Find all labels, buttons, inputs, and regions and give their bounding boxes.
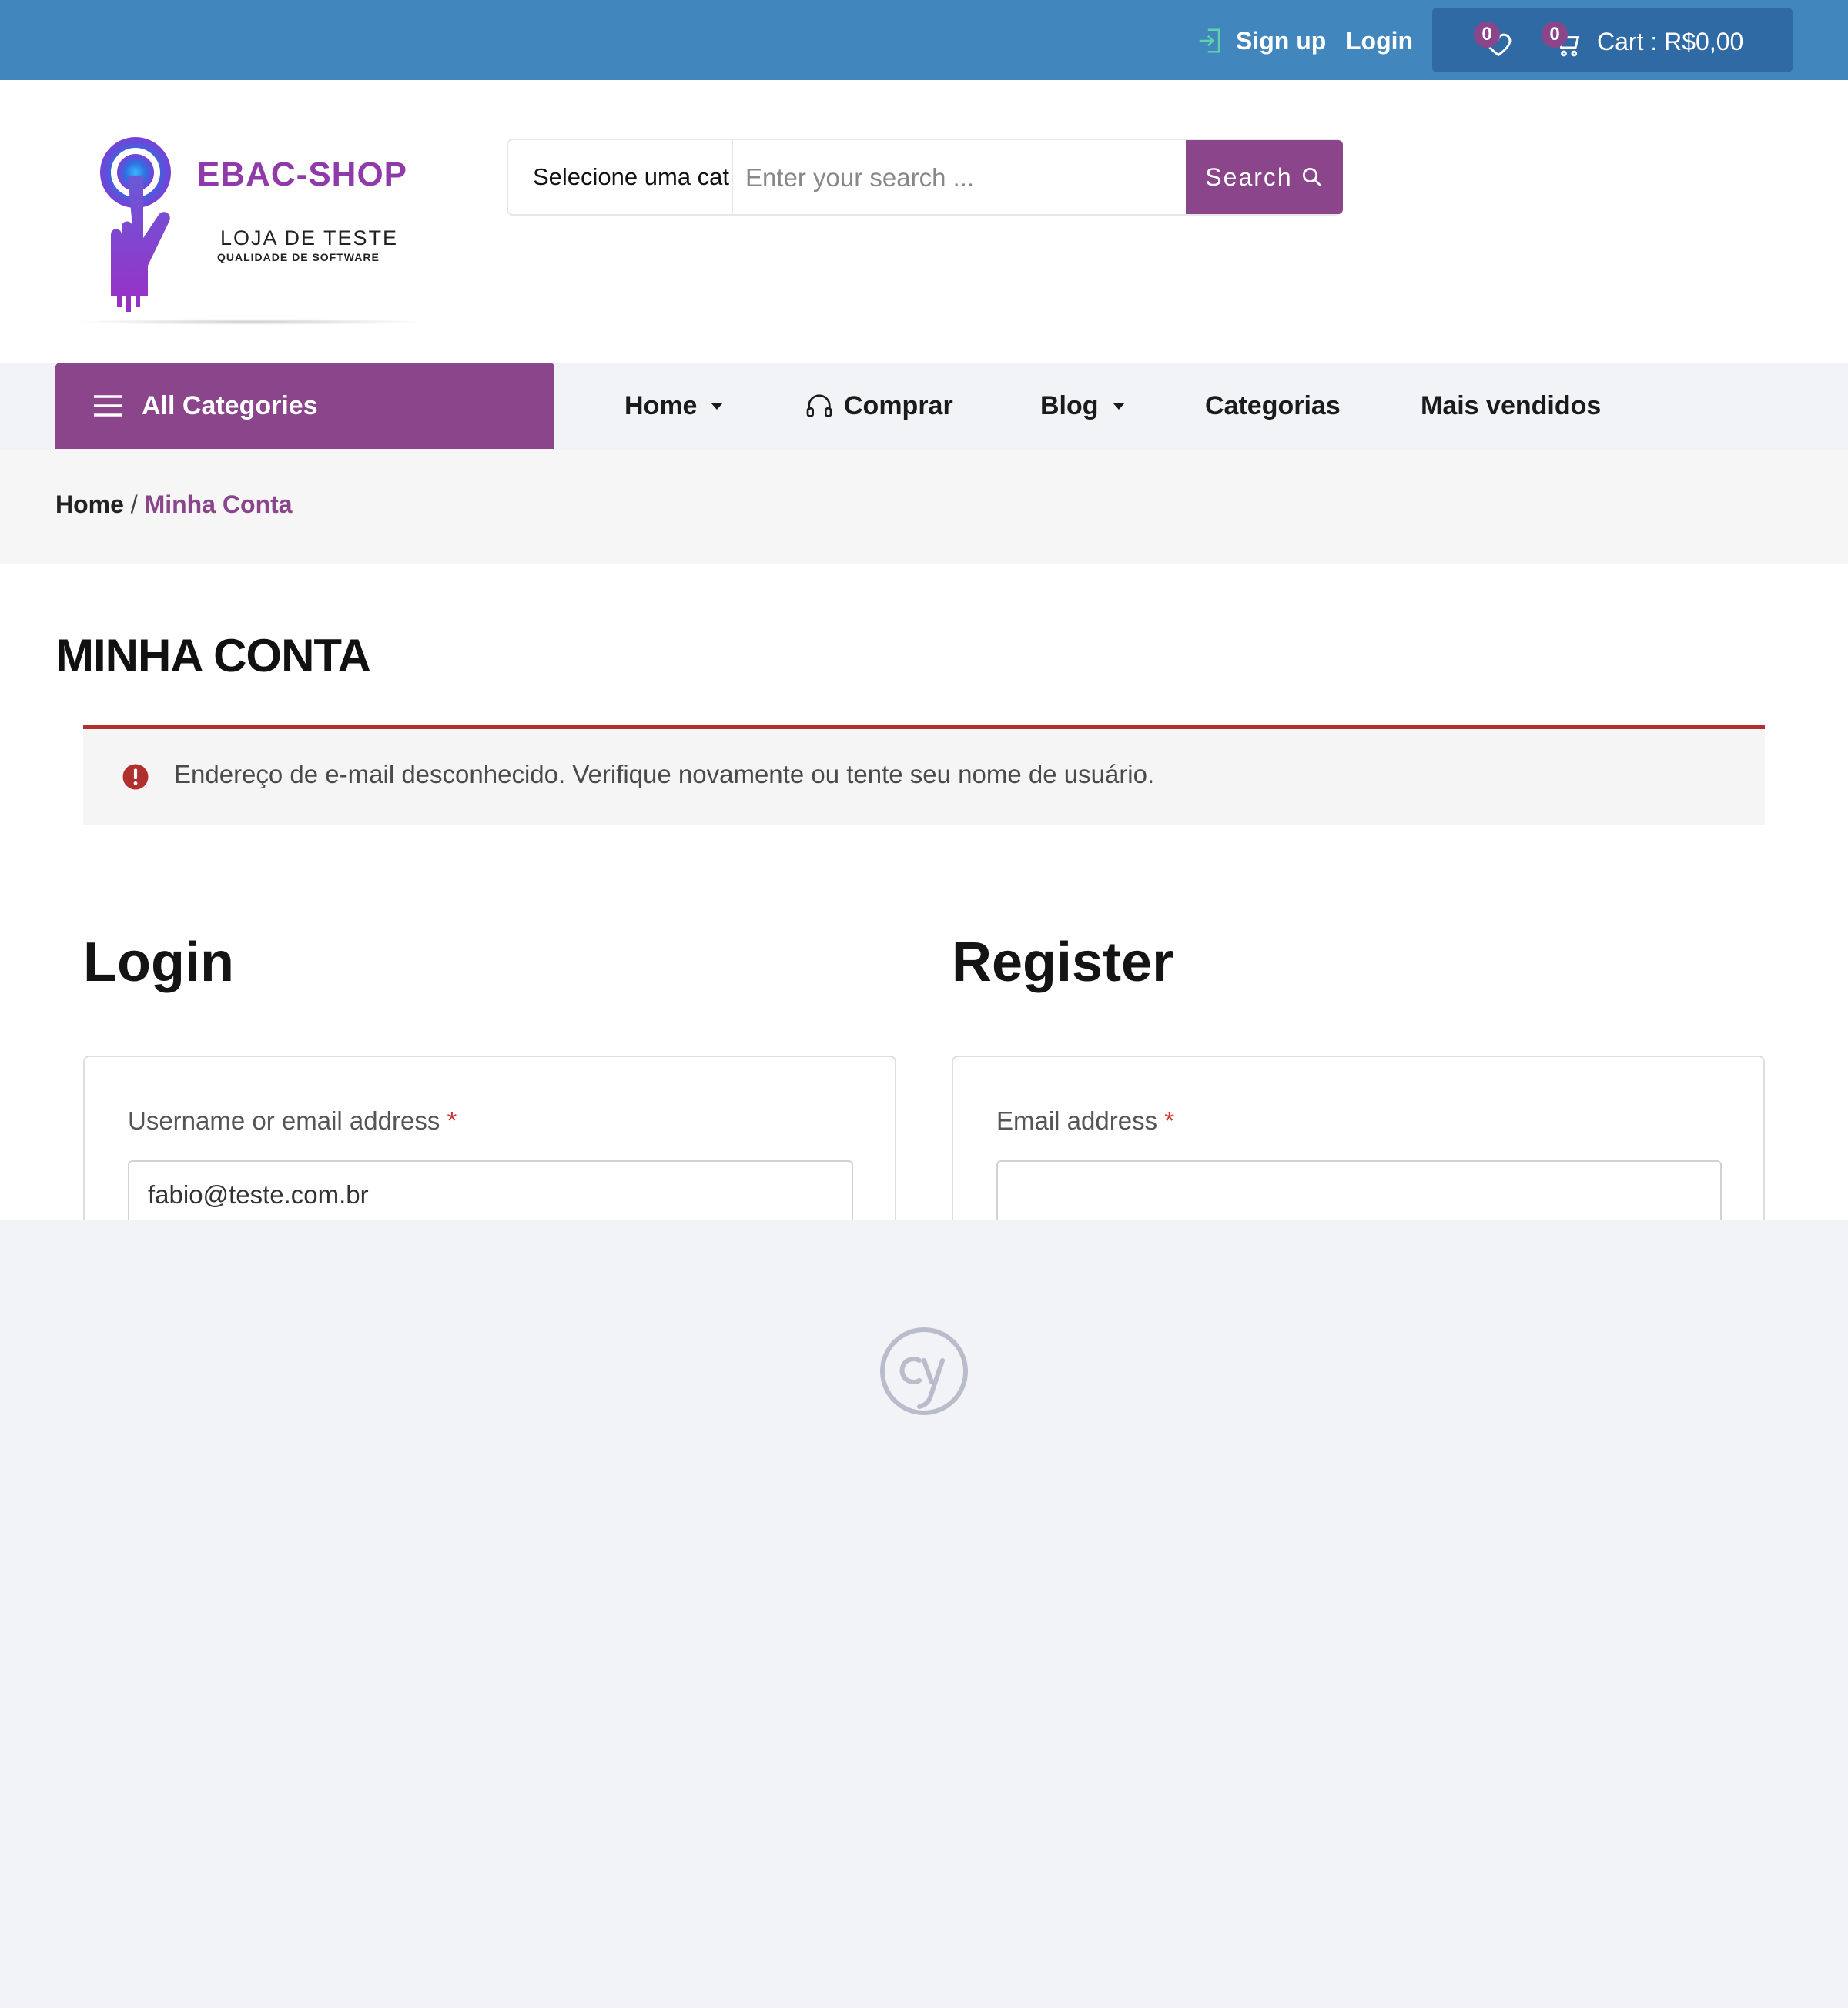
error-icon	[122, 764, 149, 790]
breadcrumb-current: Minha Conta	[144, 490, 293, 518]
nav-categorias-label: Categorias	[1205, 390, 1341, 420]
nav-mais-vendidos[interactable]: Mais vendidos	[1421, 363, 1601, 449]
register-form: Email address *	[952, 1056, 1765, 1240]
login-form: Username or email address *	[83, 1056, 896, 1240]
required-mark: *	[1164, 1106, 1175, 1135]
hamburger-icon	[94, 395, 122, 417]
required-mark: *	[447, 1106, 457, 1135]
breadcrumb: Home / Minha Conta	[55, 490, 293, 519]
search-icon	[1302, 168, 1321, 187]
chevron-down-icon	[711, 403, 724, 410]
register-heading: Register	[952, 932, 1174, 993]
category-select[interactable]: Selecione uma cat	[508, 140, 733, 214]
page-title: MINHA CONTA	[55, 630, 371, 681]
cart-count-badge: 0	[1542, 22, 1568, 48]
brand-subtitle: LOJA DE TESTE	[220, 226, 399, 249]
test-runner-overlay	[0, 1220, 1848, 2008]
username-label: Username or email address *	[128, 1106, 457, 1136]
logo-shadow	[74, 319, 428, 325]
cart-total: Cart : R$0,00	[1597, 27, 1744, 55]
breadcrumb-bar: Home / Minha Conta	[0, 450, 1848, 564]
all-categories-button[interactable]: All Categories	[55, 363, 554, 449]
nav-home-label: Home	[624, 390, 698, 420]
nav-home[interactable]: Home	[624, 363, 725, 449]
login-link[interactable]: Login	[1346, 23, 1413, 59]
site-logo[interactable]: EBAC-SHOP LOJA DE TESTE QUALIDADE DE SOF…	[74, 134, 428, 334]
site-header: EBAC-SHOP LOJA DE TESTE QUALIDADE DE SOF…	[0, 80, 1848, 449]
nav-categorias[interactable]: Categorias	[1205, 363, 1341, 449]
search-bar: Selecione uma cat Search	[507, 139, 1343, 216]
login-heading: Login	[83, 932, 234, 993]
header-actions: 0 0 Cart : R$0,00	[1432, 8, 1793, 72]
nav-comprar[interactable]: Comprar	[804, 363, 953, 449]
signup-link[interactable]: Sign up	[1196, 23, 1326, 59]
wishlist-count-badge: 0	[1474, 22, 1500, 48]
search-button[interactable]: Search	[1186, 140, 1343, 214]
chevron-down-icon	[1112, 403, 1125, 410]
email-field[interactable]	[996, 1160, 1722, 1230]
brand-title: EBAC-SHOP	[197, 156, 408, 193]
brand-tagline: QUALIDADE DE SOFTWARE	[217, 251, 380, 263]
main-content: MINHA CONTA Endereço de e-mail desconhec…	[0, 564, 1848, 1240]
all-categories-label: All Categories	[142, 390, 318, 420]
nav-blog-label: Blog	[1040, 390, 1099, 420]
email-label: Email address *	[996, 1106, 1174, 1136]
logo-hand-icon	[100, 137, 171, 312]
signup-label: Sign up	[1236, 26, 1327, 55]
nav-comprar-label: Comprar	[844, 390, 953, 420]
signup-icon	[1199, 28, 1220, 53]
search-input[interactable]	[744, 149, 1178, 206]
cypress-logo-icon	[880, 1327, 968, 1415]
headphones-icon	[806, 394, 832, 417]
nav-blog[interactable]: Blog	[1040, 363, 1127, 449]
cart-button[interactable]: 0 Cart : R$0,00	[1542, 22, 1744, 60]
top-bar: Sign up Login 0 0 Cart : R$0,00	[0, 0, 1848, 80]
wishlist-button[interactable]: 0	[1474, 22, 1520, 60]
breadcrumb-home[interactable]: Home	[55, 490, 124, 518]
search-button-label: Search	[1205, 162, 1293, 191]
error-message: Endereço de e-mail desconhecido. Verifiq…	[174, 760, 1155, 788]
username-field[interactable]	[128, 1160, 853, 1230]
breadcrumb-separator: /	[130, 490, 138, 518]
error-alert: Endereço de e-mail desconhecido. Verifiq…	[83, 725, 1765, 825]
username-label-text: Username or email address	[128, 1106, 440, 1135]
nav-mais-vendidos-label: Mais vendidos	[1421, 390, 1602, 420]
email-label-text: Email address	[996, 1106, 1158, 1135]
